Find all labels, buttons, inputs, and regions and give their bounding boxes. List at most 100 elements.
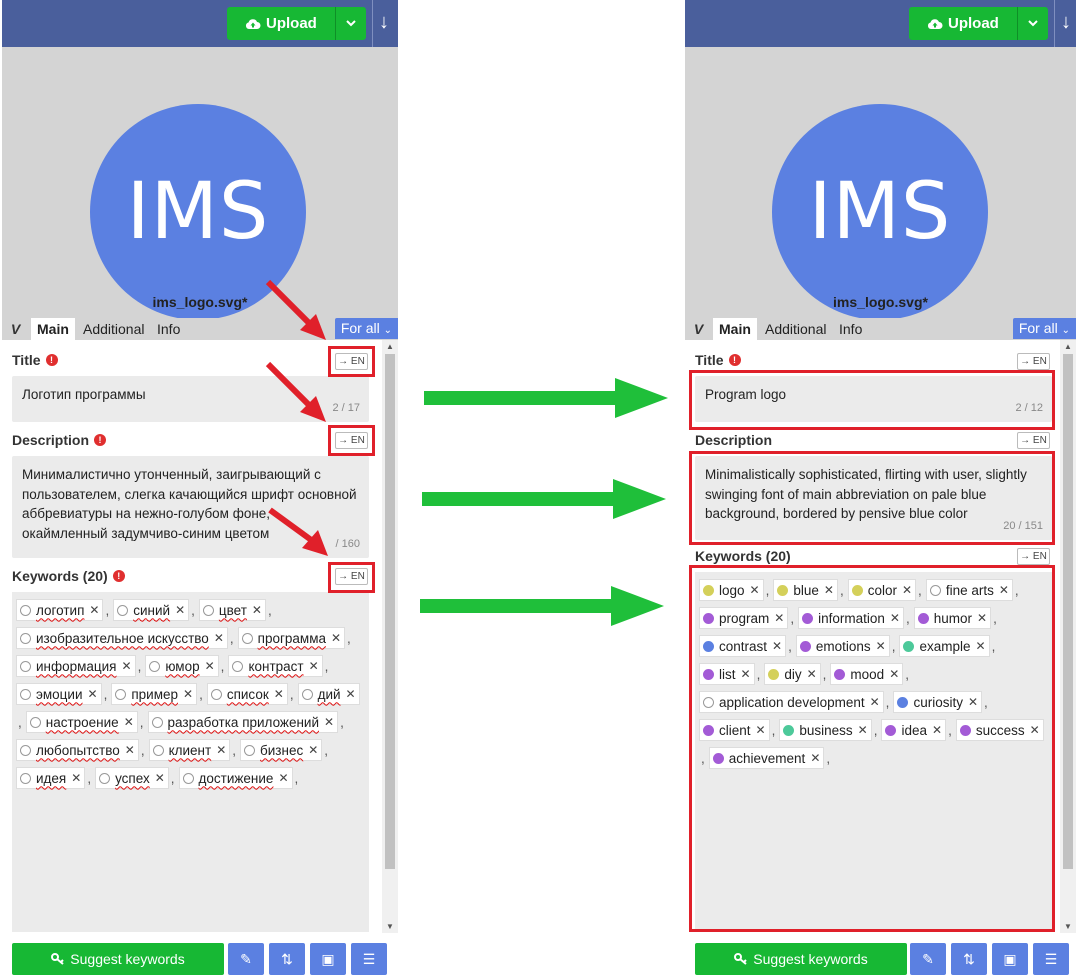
remove-keyword-icon[interactable]: ✕ xyxy=(183,687,193,701)
keyword-chip[interactable]: изобразительное искусство ✕ xyxy=(16,627,228,649)
keywords-label: Keywords (20)! xyxy=(12,568,125,584)
upload-dropdown[interactable] xyxy=(1018,7,1048,40)
keyword-label: эмоции xyxy=(36,686,83,702)
keyword-chip[interactable]: информация ✕ xyxy=(16,655,136,677)
keyword-chip[interactable]: юмор ✕ xyxy=(145,655,219,677)
title-field[interactable]: Логотип программы 2 / 17 xyxy=(12,376,369,422)
warning-icon: ! xyxy=(728,354,741,366)
scrollbar[interactable]: ▲ ▼ xyxy=(1060,340,1076,933)
remove-keyword-icon[interactable]: ✕ xyxy=(278,771,288,785)
remove-keyword-icon[interactable]: ✕ xyxy=(205,659,215,673)
keyword-label: список xyxy=(226,686,269,702)
keyword-status-icon xyxy=(301,688,313,700)
remove-keyword-icon[interactable]: ✕ xyxy=(122,659,132,673)
suggest-keywords-button[interactable]: Suggest keywords xyxy=(12,943,224,975)
download-icon[interactable]: ↓ xyxy=(379,11,389,34)
suggest-keywords-button[interactable]: Suggest keywords xyxy=(695,943,907,975)
sort-button[interactable]: ⇅ xyxy=(951,943,987,975)
keyword-chip[interactable]: настроение ✕ xyxy=(25,711,138,733)
keyword-label: достижение xyxy=(198,770,274,786)
for-all-dropdown[interactable]: For all ⌄ xyxy=(334,318,398,339)
app-logo-icon[interactable]: V xyxy=(2,318,29,340)
tab-main[interactable]: Main xyxy=(713,318,757,340)
keyword-chip[interactable]: список ✕ xyxy=(206,683,288,705)
tab-additional[interactable]: Additional xyxy=(77,318,151,340)
menu-button[interactable]: ☰ xyxy=(351,943,387,975)
keyword-status-icon xyxy=(115,688,127,700)
keyword-status-icon xyxy=(241,632,253,644)
keyword-chip[interactable]: бизнес ✕ xyxy=(240,739,323,761)
keyword-separator: , xyxy=(103,686,108,702)
tab-info[interactable]: Info xyxy=(151,318,186,340)
remove-keyword-icon[interactable]: ✕ xyxy=(214,631,224,645)
remove-keyword-icon[interactable]: ✕ xyxy=(125,743,135,757)
edit-button[interactable]: ✎ xyxy=(910,943,946,975)
keyword-label: логотип xyxy=(36,602,85,618)
remove-keyword-icon[interactable]: ✕ xyxy=(124,715,134,729)
remove-keyword-icon[interactable]: ✕ xyxy=(331,631,341,645)
translate-title-button[interactable]: → EN xyxy=(1017,353,1050,370)
keyword-separator: , xyxy=(294,770,299,786)
keyword-chip[interactable]: любопытство ✕ xyxy=(16,739,139,761)
remove-keyword-icon[interactable]: ✕ xyxy=(175,603,185,617)
keyword-chip[interactable]: разработка приложений ✕ xyxy=(147,711,339,733)
keyword-chip[interactable]: логотип ✕ xyxy=(16,599,104,621)
remove-keyword-icon[interactable]: ✕ xyxy=(216,743,226,757)
keyword-status-icon xyxy=(117,604,129,616)
description-field[interactable]: Минималистично утонченный, заигрывающий … xyxy=(12,456,369,558)
remove-keyword-icon[interactable]: ✕ xyxy=(71,771,81,785)
scroll-thumb[interactable] xyxy=(1063,354,1073,869)
keyword-chip[interactable]: контраст ✕ xyxy=(228,655,323,677)
warning-icon: ! xyxy=(94,434,107,446)
tab-info[interactable]: Info xyxy=(833,318,868,340)
remove-keyword-icon[interactable]: ✕ xyxy=(308,743,318,757)
pencil-icon: ✎ xyxy=(240,950,252,967)
image-preview: IMS xyxy=(2,47,398,320)
remove-keyword-icon[interactable]: ✕ xyxy=(324,715,334,729)
remove-keyword-icon[interactable]: ✕ xyxy=(88,687,98,701)
remove-keyword-icon[interactable]: ✕ xyxy=(252,603,262,617)
keyword-label: успех xyxy=(115,770,150,786)
sort-button[interactable]: ⇅ xyxy=(269,943,305,975)
keyword-chip[interactable]: синий ✕ xyxy=(113,599,190,621)
word-button[interactable]: ▣ xyxy=(992,943,1028,975)
annotation-box xyxy=(328,425,375,456)
app-logo-icon[interactable]: V xyxy=(685,318,712,340)
upload-button[interactable]: Upload xyxy=(227,7,366,40)
tab-additional[interactable]: Additional xyxy=(759,318,833,340)
remove-keyword-icon[interactable]: ✕ xyxy=(346,687,356,701)
keyword-status-icon xyxy=(182,772,194,784)
keyword-separator: , xyxy=(347,630,351,646)
translate-description-button[interactable]: → EN xyxy=(1017,432,1050,449)
scrollbar[interactable]: ▲ ▼ xyxy=(382,340,398,933)
remove-keyword-icon[interactable]: ✕ xyxy=(309,659,319,673)
keywords-field[interactable]: логотип ✕, синий ✕, цвет ✕, изобразительное ис… xyxy=(12,592,369,932)
download-icon[interactable]: ↓ xyxy=(1061,11,1071,34)
keyword-chip[interactable]: пример ✕ xyxy=(111,683,198,705)
keyword-label: изобразительное искусство xyxy=(36,630,209,646)
menu-button[interactable]: ☰ xyxy=(1033,943,1069,975)
keyword-chip[interactable]: дий ✕ xyxy=(297,683,360,705)
keyword-chip[interactable]: цвет ✕ xyxy=(198,599,266,621)
edit-button[interactable]: ✎ xyxy=(228,943,264,975)
key-icon xyxy=(734,953,748,965)
word-button[interactable]: ▣ xyxy=(310,943,346,975)
keyword-chip[interactable]: идея ✕ xyxy=(16,767,86,789)
tab-bar: V Main Additional Info For all ⌄ xyxy=(685,318,1076,340)
keyword-chip[interactable]: достижение ✕ xyxy=(178,767,293,789)
upload-dropdown[interactable] xyxy=(336,7,366,40)
keyword-chip[interactable]: успех ✕ xyxy=(95,767,169,789)
tab-main[interactable]: Main xyxy=(31,318,75,340)
keyword-chip[interactable]: эмоции ✕ xyxy=(16,683,102,705)
keyword-separator: , xyxy=(87,770,92,786)
scroll-thumb[interactable] xyxy=(385,354,395,869)
upload-button[interactable]: Upload xyxy=(909,7,1048,40)
remove-keyword-icon[interactable]: ✕ xyxy=(155,771,165,785)
for-all-dropdown[interactable]: For all ⌄ xyxy=(1012,318,1076,339)
remove-keyword-icon[interactable]: ✕ xyxy=(274,687,284,701)
keyword-chip[interactable]: программа ✕ xyxy=(237,627,346,649)
remove-keyword-icon[interactable]: ✕ xyxy=(89,603,99,617)
keyword-chip[interactable]: клиент ✕ xyxy=(148,739,231,761)
translate-keywords-button[interactable]: → EN xyxy=(1017,548,1050,565)
file-name: ims_logo.svg* xyxy=(833,294,928,310)
